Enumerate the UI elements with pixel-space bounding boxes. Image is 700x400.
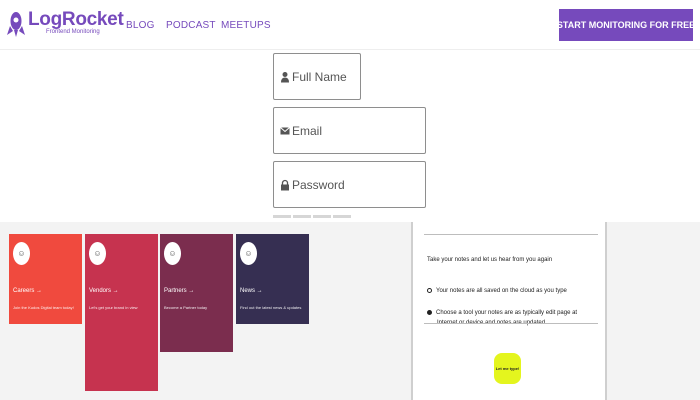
logrocket-logo[interactable]: LogRocket Frontend Monitoring bbox=[7, 9, 124, 39]
card-description: Let's get your brand in view bbox=[89, 305, 138, 310]
card-title: Partners → bbox=[164, 288, 195, 294]
partners-card[interactable]: ☺ Partners → Become a Partner today bbox=[160, 234, 233, 352]
lock-icon bbox=[281, 179, 289, 190]
radio-icon[interactable] bbox=[427, 288, 432, 293]
news-card[interactable]: ☺ News → Find out the latest news & upda… bbox=[236, 234, 309, 324]
survey-title: Take your notes and let us hear from you… bbox=[427, 257, 553, 263]
email-input[interactable] bbox=[292, 108, 421, 153]
password-strength-bar bbox=[273, 215, 291, 218]
nav-podcast-link[interactable]: PODCAST bbox=[166, 20, 216, 31]
password-field[interactable] bbox=[273, 161, 426, 208]
partners-avatar-icon: ☺ bbox=[164, 242, 181, 265]
site-header: LogRocket Frontend Monitoring BLOG PODCA… bbox=[0, 0, 700, 50]
survey-option-1[interactable]: Your notes are all saved on the cloud as… bbox=[427, 288, 567, 294]
password-strength-bar bbox=[293, 215, 311, 218]
card-title: Careers → bbox=[13, 288, 43, 294]
careers-avatar-icon: ☺ bbox=[13, 242, 30, 265]
full-name-field[interactable] bbox=[273, 53, 361, 100]
nav-meetups-link[interactable]: MEETUPS bbox=[221, 20, 271, 31]
careers-card[interactable]: ☺ Careers → Join the Kudos Digital team … bbox=[9, 234, 82, 324]
logo-text: LogRocket bbox=[28, 9, 124, 30]
vendors-avatar-icon: ☺ bbox=[89, 242, 106, 265]
divider bbox=[424, 323, 598, 324]
option-label: Your notes are all saved on the cloud as… bbox=[436, 288, 567, 295]
start-monitoring-button[interactable]: START MONITORING FOR FREE bbox=[557, 9, 695, 41]
nav-blog-link[interactable]: BLOG bbox=[126, 20, 155, 31]
rocket-icon bbox=[7, 12, 25, 37]
password-strength-bar bbox=[313, 215, 331, 218]
page: LogRocket Frontend Monitoring BLOG PODCA… bbox=[0, 0, 700, 400]
let-me-type-button[interactable]: Let me type! bbox=[494, 353, 521, 384]
email-field[interactable] bbox=[273, 107, 426, 154]
card-description: Find out the latest news & updates bbox=[240, 305, 302, 310]
divider bbox=[424, 234, 598, 235]
password-strength-bar bbox=[333, 215, 351, 218]
card-description: Join the Kudos Digital team today! bbox=[13, 305, 74, 310]
option-label: Choose a tool your notes are as typicall… bbox=[436, 310, 578, 317]
card-description: Become a Partner today bbox=[164, 305, 208, 310]
radio-icon[interactable] bbox=[427, 310, 432, 315]
card-title: News → bbox=[240, 288, 263, 294]
envelope-icon bbox=[280, 126, 290, 134]
card-title: Vendors → bbox=[89, 288, 119, 294]
news-avatar-icon: ☺ bbox=[240, 242, 257, 265]
vendors-card[interactable]: ☺ Vendors → Let's get your brand in view bbox=[85, 234, 158, 391]
full-name-input[interactable] bbox=[292, 54, 356, 99]
logo-subtitle: Frontend Monitoring bbox=[46, 29, 100, 35]
survey-option-2[interactable]: Choose a tool your notes are as typicall… bbox=[427, 310, 577, 316]
user-icon bbox=[281, 71, 289, 82]
password-input[interactable] bbox=[292, 162, 421, 207]
